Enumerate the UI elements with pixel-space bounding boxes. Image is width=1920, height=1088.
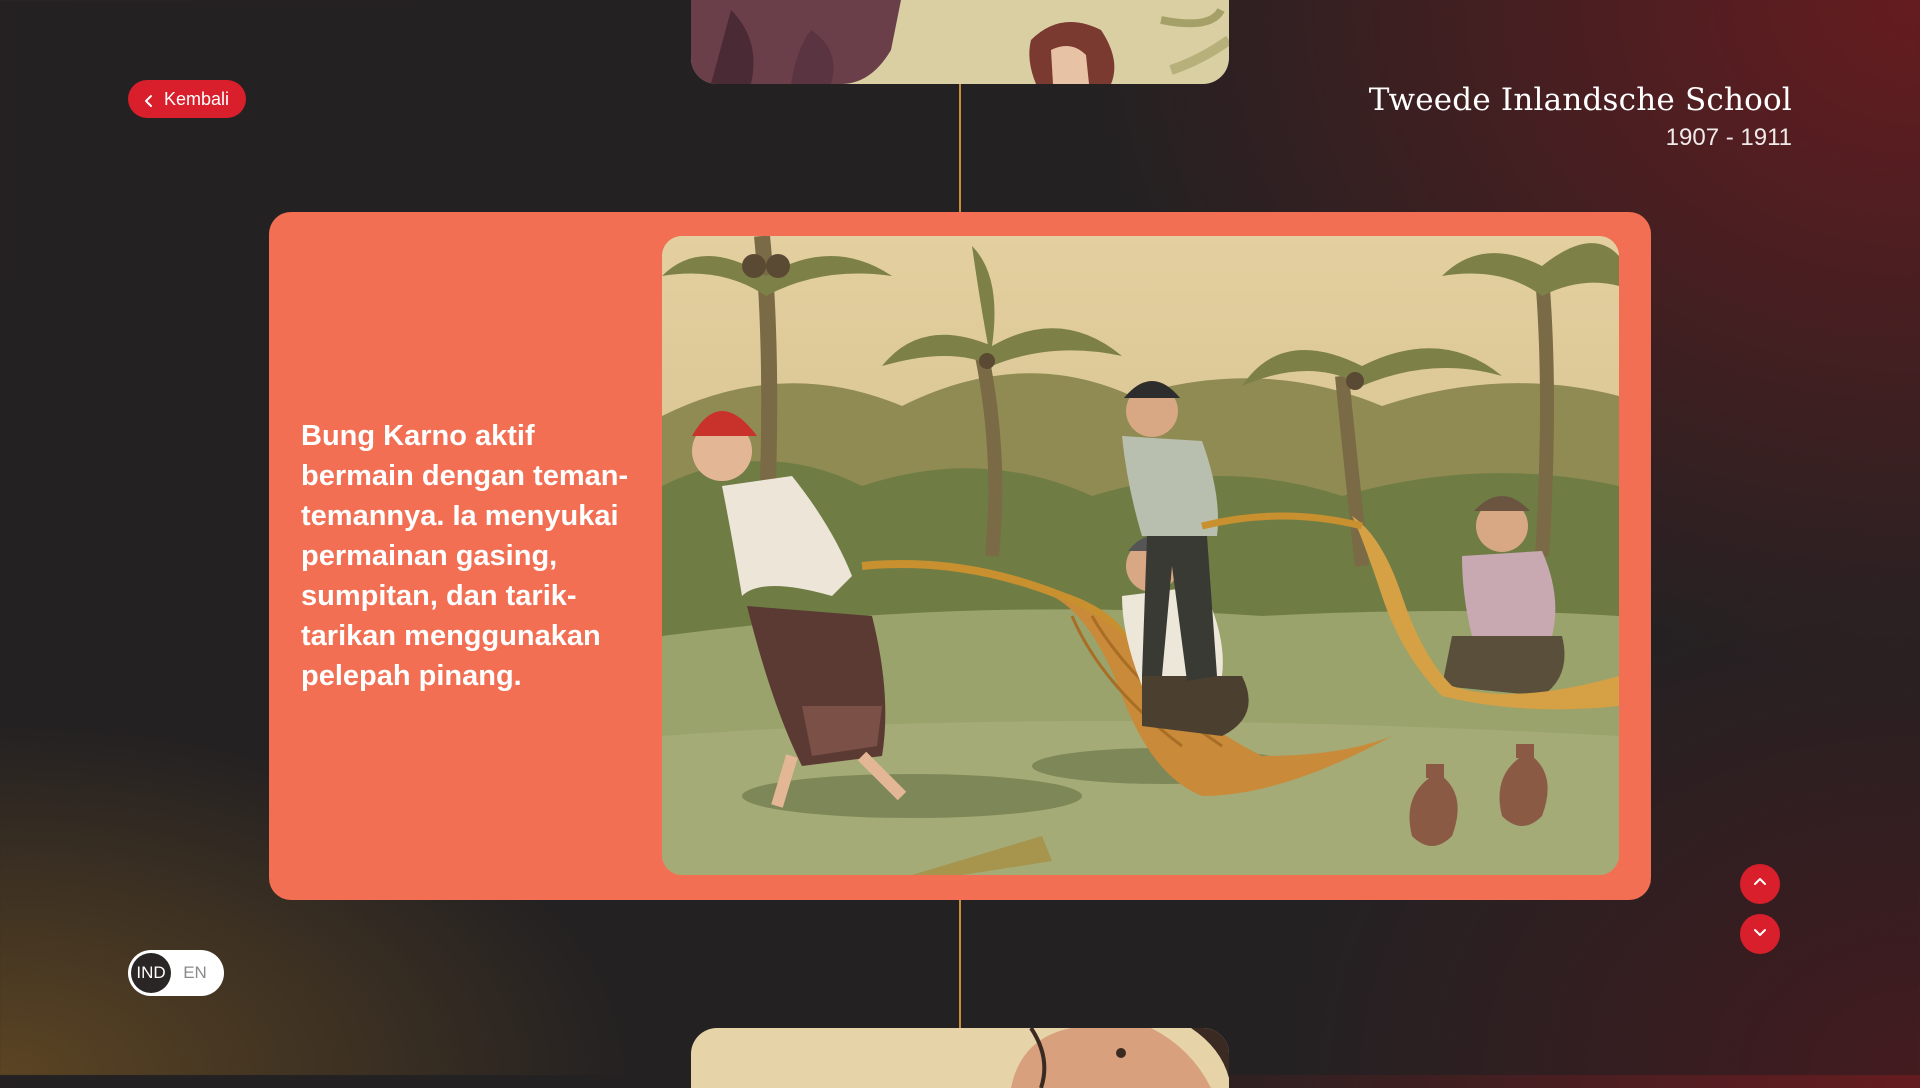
next-story-thumbnail[interactable] (691, 1028, 1229, 1088)
back-button-label: Kembali (164, 88, 230, 109)
chevron-down-icon (1752, 924, 1768, 945)
language-toggle[interactable]: IND EN (128, 950, 224, 996)
scroll-down-button[interactable] (1740, 914, 1780, 954)
language-option-ind[interactable]: IND (131, 953, 171, 993)
back-button[interactable]: Kembali (128, 80, 247, 118)
page-heading: Tweede Inlandsche School 1907 - 1911 (1369, 80, 1792, 152)
previous-story-thumbnail[interactable] (691, 0, 1229, 84)
page-title: Tweede Inlandsche School (1368, 82, 1792, 118)
next-story-illustration (691, 1028, 1229, 1088)
story-text: Bung Karno aktif bermain dengan teman-te… (301, 420, 629, 692)
page-years: 1907 - 1911 (1665, 124, 1792, 151)
chevron-up-icon (1752, 874, 1768, 895)
story-illustration (662, 236, 1619, 875)
scroll-up-button[interactable] (1740, 864, 1780, 904)
previous-story-illustration (691, 0, 1229, 84)
story-card: Bung Karno aktif bermain dengan teman-te… (269, 212, 1651, 900)
language-option-en[interactable]: EN (175, 953, 215, 993)
timeline-line-bottom (959, 900, 961, 1028)
children-playing-illustration (662, 236, 1619, 875)
timeline-line-top (959, 84, 961, 212)
chevron-left-icon (142, 92, 156, 107)
